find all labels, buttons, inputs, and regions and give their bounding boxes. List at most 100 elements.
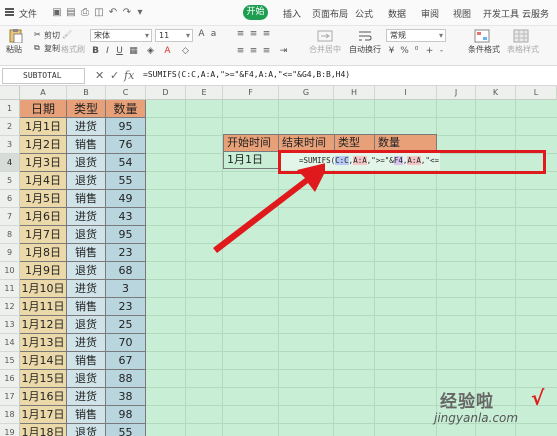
table-cell-date[interactable]: 1月15日: [20, 370, 67, 388]
borders-icon[interactable]: ▦: [128, 46, 139, 57]
table-cell-quantity[interactable]: 95: [106, 226, 146, 244]
font-name-select[interactable]: 宋体: [90, 29, 152, 42]
font-color-icon[interactable]: A: [162, 46, 173, 57]
column-header-g[interactable]: G: [279, 86, 334, 100]
align-left-icon[interactable]: ≡: [235, 46, 246, 57]
table-cell-type[interactable]: 退货: [67, 370, 106, 388]
column-header-l[interactable]: L: [516, 86, 557, 100]
table-cell-date[interactable]: 1月8日: [20, 244, 67, 262]
align-center-icon[interactable]: ≡: [248, 46, 259, 57]
table-cell-type[interactable]: 退货: [67, 424, 106, 436]
decrease-font-icon[interactable]: a: [208, 29, 219, 40]
tab-data[interactable]: 数据: [388, 7, 406, 20]
row-header-12[interactable]: 12: [0, 298, 20, 316]
merge-center-icon[interactable]: [317, 29, 333, 43]
formula-input[interactable]: =SUMIFS(C:C,A:A,">="&F4,A:A,"<="&G4,B:B,…: [143, 70, 350, 79]
table-cell-date[interactable]: 1月10日: [20, 280, 67, 298]
table-cell-quantity[interactable]: 98: [106, 406, 146, 424]
column-header-f[interactable]: F: [223, 86, 279, 100]
table-cell-type[interactable]: 销售: [67, 190, 106, 208]
dropdown-icon[interactable]: ▾: [135, 8, 145, 18]
paste-label[interactable]: 粘贴: [6, 44, 22, 55]
insert-function-icon[interactable]: fx: [124, 69, 134, 82]
menu-hamburger-icon[interactable]: [5, 8, 14, 16]
table-cell-date[interactable]: 1月16日: [20, 388, 67, 406]
table-cell-type[interactable]: 销售: [67, 244, 106, 262]
row-header-15[interactable]: 15: [0, 352, 20, 370]
table-cell-quantity[interactable]: 67: [106, 352, 146, 370]
export-icon[interactable]: ◫: [94, 8, 104, 18]
cut-button[interactable]: 剪切: [44, 30, 60, 41]
row-header-5[interactable]: 5: [0, 172, 20, 190]
column-header-d[interactable]: D: [146, 86, 186, 100]
table-cell-date[interactable]: 1月17日: [20, 406, 67, 424]
conditional-format-button[interactable]: 条件格式: [468, 44, 500, 55]
table-cell-date[interactable]: 1月14日: [20, 352, 67, 370]
align-middle-icon[interactable]: ≡: [248, 29, 259, 40]
column-header-b[interactable]: B: [67, 86, 106, 100]
table-cell-quantity[interactable]: 95: [106, 118, 146, 136]
column-header-c[interactable]: C: [106, 86, 146, 100]
increase-font-icon[interactable]: A: [196, 29, 207, 40]
table-cell-quantity[interactable]: 23: [106, 298, 146, 316]
number-format-select[interactable]: 常规: [386, 29, 446, 42]
column-header-i[interactable]: I: [375, 86, 437, 100]
tab-insert[interactable]: 插入: [283, 7, 301, 20]
underline-icon[interactable]: U: [114, 46, 125, 57]
confirm-icon[interactable]: ✓: [110, 69, 119, 82]
wrap-text-icon[interactable]: [357, 29, 373, 43]
tab-review[interactable]: 审阅: [421, 7, 439, 20]
merge-center-button[interactable]: 合并居中: [309, 44, 341, 55]
cut-icon[interactable]: ✂: [34, 30, 41, 39]
table-cell-quantity[interactable]: 54: [106, 154, 146, 172]
table-cell-date[interactable]: 1月7日: [20, 226, 67, 244]
percent-icon[interactable]: %: [399, 46, 410, 57]
format-painter-button[interactable]: 格式刷: [61, 44, 85, 55]
table-cell-quantity[interactable]: 70: [106, 334, 146, 352]
conditional-format-icon[interactable]: [474, 29, 490, 43]
column-header-j[interactable]: J: [437, 86, 476, 100]
table-style-icon[interactable]: [513, 29, 529, 43]
table-cell-quantity[interactable]: 88: [106, 370, 146, 388]
table-header-quantity[interactable]: 数量: [106, 100, 146, 118]
table-header-date[interactable]: 日期: [20, 100, 67, 118]
increase-decimal-icon[interactable]: +: [424, 46, 435, 57]
copy-button[interactable]: 复制: [44, 43, 60, 54]
print-preview-icon[interactable]: ▤: [66, 8, 76, 18]
row-header-16[interactable]: 16: [0, 370, 20, 388]
thousands-icon[interactable]: ⁰: [411, 46, 422, 57]
undo-icon[interactable]: ↶: [108, 8, 118, 18]
column-header-k[interactable]: K: [476, 86, 516, 100]
table-cell-type[interactable]: 退货: [67, 226, 106, 244]
print-icon[interactable]: ⎙: [80, 8, 90, 18]
column-header-e[interactable]: E: [186, 86, 223, 100]
table-cell-type[interactable]: 进货: [67, 388, 106, 406]
column-header-a[interactable]: A: [20, 86, 67, 100]
name-box[interactable]: SUBTOTAL: [2, 68, 85, 84]
decrease-decimal-icon[interactable]: -: [436, 46, 447, 57]
table-cell-date[interactable]: 1月9日: [20, 262, 67, 280]
table-cell-date[interactable]: 1月5日: [20, 190, 67, 208]
table-cell-date[interactable]: 1月13日: [20, 334, 67, 352]
table-cell-quantity[interactable]: 23: [106, 244, 146, 262]
select-all-corner[interactable]: [0, 86, 20, 100]
table-cell-type[interactable]: 退货: [67, 262, 106, 280]
table-cell-quantity[interactable]: 25: [106, 316, 146, 334]
column-header-h[interactable]: H: [334, 86, 375, 100]
table-cell-type[interactable]: 进货: [67, 208, 106, 226]
tab-developer[interactable]: 开发工具: [483, 7, 519, 20]
table-cell-date[interactable]: 1月18日: [20, 424, 67, 436]
table-cell-date[interactable]: 1月12日: [20, 316, 67, 334]
tab-formulas[interactable]: 公式: [355, 7, 373, 20]
table-cell-date[interactable]: 1月6日: [20, 208, 67, 226]
table-cell-quantity[interactable]: 38: [106, 388, 146, 406]
table-cell-type[interactable]: 退货: [67, 172, 106, 190]
table-cell-date[interactable]: 1月3日: [20, 154, 67, 172]
table-cell-type[interactable]: 退货: [67, 154, 106, 172]
indent-icon[interactable]: ⇥: [278, 46, 289, 57]
row-header-3[interactable]: 3: [0, 136, 20, 154]
row-header-17[interactable]: 17: [0, 388, 20, 406]
table-cell-type[interactable]: 销售: [67, 352, 106, 370]
table-cell-type[interactable]: 退货: [67, 316, 106, 334]
table-cell-type[interactable]: 销售: [67, 136, 106, 154]
